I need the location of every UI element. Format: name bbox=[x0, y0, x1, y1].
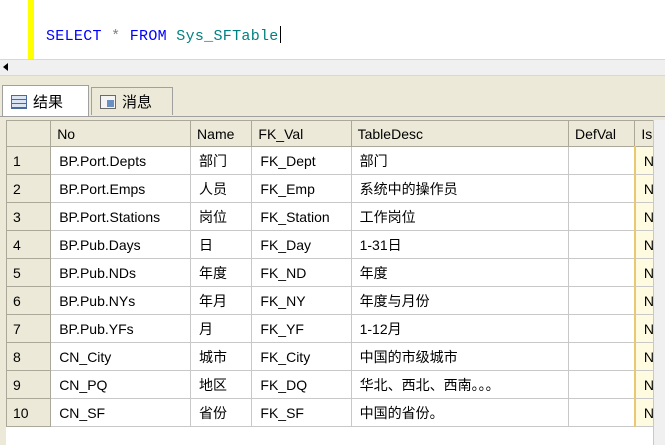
row-header[interactable]: 7 bbox=[6, 314, 52, 343]
table-cell-no[interactable]: CN_City bbox=[50, 342, 192, 371]
table-cell-fk[interactable]: FK_Emp bbox=[251, 174, 352, 203]
table-row[interactable]: 2 BP.Port.Emps 人员 FK_Emp 系统中的操作员 N bbox=[6, 174, 665, 203]
table-cell-defval[interactable] bbox=[568, 202, 636, 231]
table-cell-name[interactable]: 年月 bbox=[190, 286, 253, 315]
table-cell-name[interactable]: 人员 bbox=[190, 174, 253, 203]
tab-messages-label: 消息 bbox=[122, 94, 153, 111]
row-header[interactable]: 4 bbox=[6, 230, 52, 259]
table-row[interactable]: 1 BP.Port.Depts 部门 FK_Dept 部门 N bbox=[6, 146, 665, 175]
table-cell-fk[interactable]: FK_Station bbox=[251, 202, 352, 231]
message-icon bbox=[100, 94, 116, 109]
tab-messages[interactable]: 消息 bbox=[91, 87, 173, 115]
table-cell-desc[interactable]: 年度与月份 bbox=[350, 286, 570, 315]
table-cell-defval[interactable] bbox=[568, 370, 636, 399]
table-cell-fk[interactable]: FK_Dept bbox=[251, 146, 352, 175]
results-table: No Name FK_Val TableDesc DefVal Is 1 BP.P… bbox=[6, 120, 665, 427]
table-cell-defval[interactable] bbox=[568, 314, 636, 343]
row-header[interactable]: 3 bbox=[6, 202, 52, 231]
table-cell-fk[interactable]: FK_SF bbox=[251, 398, 352, 427]
table-row[interactable]: 10 CN_SF 省份 FK_SF 中国的省份。 N bbox=[6, 398, 665, 427]
table-cell-name[interactable]: 部门 bbox=[190, 146, 253, 175]
header-row: No Name FK_Val TableDesc DefVal Is bbox=[6, 120, 665, 147]
table-row[interactable]: 3 BP.Port.Stations 岗位 FK_Station 工作岗位 N bbox=[6, 202, 665, 231]
grid-corner[interactable] bbox=[6, 120, 52, 147]
table-cell-desc[interactable]: 华北、西北、西南。。。 bbox=[350, 370, 570, 399]
row-header[interactable]: 2 bbox=[6, 174, 52, 203]
table-cell-no[interactable]: BP.Pub.Days bbox=[50, 230, 192, 259]
table-cell-fk[interactable]: FK_ND bbox=[251, 258, 352, 287]
row-header[interactable]: 1 bbox=[6, 146, 52, 175]
column-header-fk-val[interactable]: FK_Val bbox=[251, 120, 352, 147]
table-cell-fk[interactable]: FK_YF bbox=[251, 314, 352, 343]
row-header[interactable]: 6 bbox=[6, 286, 52, 315]
tab-divider bbox=[0, 116, 665, 117]
table-cell-desc[interactable]: 1-31日 bbox=[350, 230, 570, 259]
table-cell-no[interactable]: BP.Pub.NYs bbox=[50, 286, 192, 315]
table-row[interactable]: 4 BP.Pub.Days 日 FK_Day 1-31日 N bbox=[6, 230, 665, 259]
table-row[interactable]: 6 BP.Pub.NYs 年月 FK_NY 年度与月份 N bbox=[6, 286, 665, 315]
change-marker bbox=[28, 0, 34, 60]
table-cell-no[interactable]: CN_PQ bbox=[50, 370, 192, 399]
table-cell-defval[interactable] bbox=[568, 258, 636, 287]
table-cell-desc[interactable]: 中国的市级城市 bbox=[350, 342, 570, 371]
table-cell-name[interactable]: 地区 bbox=[190, 370, 253, 399]
tab-results-label: 结果 bbox=[33, 94, 64, 111]
row-header[interactable]: 9 bbox=[6, 370, 52, 399]
table-cell-desc[interactable]: 1-12月 bbox=[350, 314, 570, 343]
table-cell-no[interactable]: BP.Port.Emps bbox=[50, 174, 192, 203]
table-row[interactable]: 9 CN_PQ 地区 FK_DQ 华北、西北、西南。。。 N bbox=[6, 370, 665, 399]
table-cell-name[interactable]: 城市 bbox=[190, 342, 253, 371]
table-cell-no[interactable]: BP.Pub.NDs bbox=[50, 258, 192, 287]
query-editor[interactable]: SELECT * FROM Sys_SFTable bbox=[0, 0, 665, 60]
table-cell-fk[interactable]: FK_Day bbox=[251, 230, 352, 259]
row-header[interactable]: 8 bbox=[6, 342, 52, 371]
grid-icon bbox=[11, 94, 27, 109]
table-cell-defval[interactable] bbox=[568, 230, 636, 259]
sql-table-name: Sys_SFTable bbox=[176, 28, 279, 45]
table-cell-defval[interactable] bbox=[568, 286, 636, 315]
table-cell-fk[interactable]: FK_City bbox=[251, 342, 352, 371]
column-header-no[interactable]: No bbox=[50, 120, 192, 147]
text-caret bbox=[279, 26, 281, 43]
table-cell-defval[interactable] bbox=[568, 398, 636, 427]
table-row[interactable]: 7 BP.Pub.YFs 月 FK_YF 1-12月 N bbox=[6, 314, 665, 343]
table-cell-name[interactable]: 年度 bbox=[190, 258, 253, 287]
table-cell-desc[interactable]: 系统中的操作员 bbox=[350, 174, 570, 203]
table-cell-fk[interactable]: FK_NY bbox=[251, 286, 352, 315]
table-cell-defval[interactable] bbox=[568, 342, 636, 371]
scroll-left-arrow-icon[interactable] bbox=[3, 63, 8, 71]
sql-keyword-select: SELECT bbox=[46, 28, 102, 45]
table-cell-no[interactable]: BP.Pub.YFs bbox=[50, 314, 192, 343]
table-cell-name[interactable]: 日 bbox=[190, 230, 253, 259]
table-cell-desc[interactable]: 工作岗位 bbox=[350, 202, 570, 231]
table-cell-name[interactable]: 岗位 bbox=[190, 202, 253, 231]
table-cell-desc[interactable]: 部门 bbox=[350, 146, 570, 175]
table-cell-desc[interactable]: 年度 bbox=[350, 258, 570, 287]
sql-operator: * bbox=[111, 28, 121, 45]
table-cell-defval[interactable] bbox=[568, 146, 636, 175]
table-row[interactable]: 5 BP.Pub.NDs 年度 FK_ND 年度 N bbox=[6, 258, 665, 287]
table-cell-no[interactable]: BP.Port.Depts bbox=[50, 146, 192, 175]
table-cell-defval[interactable] bbox=[568, 174, 636, 203]
results-tabbar: 结果 消息 bbox=[0, 85, 665, 117]
table-cell-desc[interactable]: 中国的省份。 bbox=[350, 398, 570, 427]
table-cell-no[interactable]: BP.Port.Stations bbox=[50, 202, 192, 231]
row-header[interactable]: 10 bbox=[6, 398, 52, 427]
column-header-name[interactable]: Name bbox=[190, 120, 253, 147]
table-cell-no[interactable]: CN_SF bbox=[50, 398, 192, 427]
table-cell-name[interactable]: 月 bbox=[190, 314, 253, 343]
sql-keyword-from: FROM bbox=[129, 28, 167, 45]
column-header-tabledesc[interactable]: TableDesc bbox=[350, 120, 570, 147]
editor-horizontal-scrollbar[interactable] bbox=[0, 59, 665, 76]
tab-results[interactable]: 结果 bbox=[2, 85, 89, 117]
grid-vertical-scrollbar[interactable] bbox=[653, 120, 665, 445]
table-row[interactable]: 8 CN_City 城市 FK_City 中国的市级城市 N bbox=[6, 342, 665, 371]
results-grid[interactable]: No Name FK_Val TableDesc DefVal Is 1 BP.P… bbox=[6, 120, 665, 445]
table-cell-fk[interactable]: FK_DQ bbox=[251, 370, 352, 399]
table-cell-name[interactable]: 省份 bbox=[190, 398, 253, 427]
sql-text[interactable]: SELECT * FROM Sys_SFTable bbox=[46, 26, 281, 45]
row-header[interactable]: 5 bbox=[6, 258, 52, 287]
column-header-defval[interactable]: DefVal bbox=[568, 120, 636, 147]
